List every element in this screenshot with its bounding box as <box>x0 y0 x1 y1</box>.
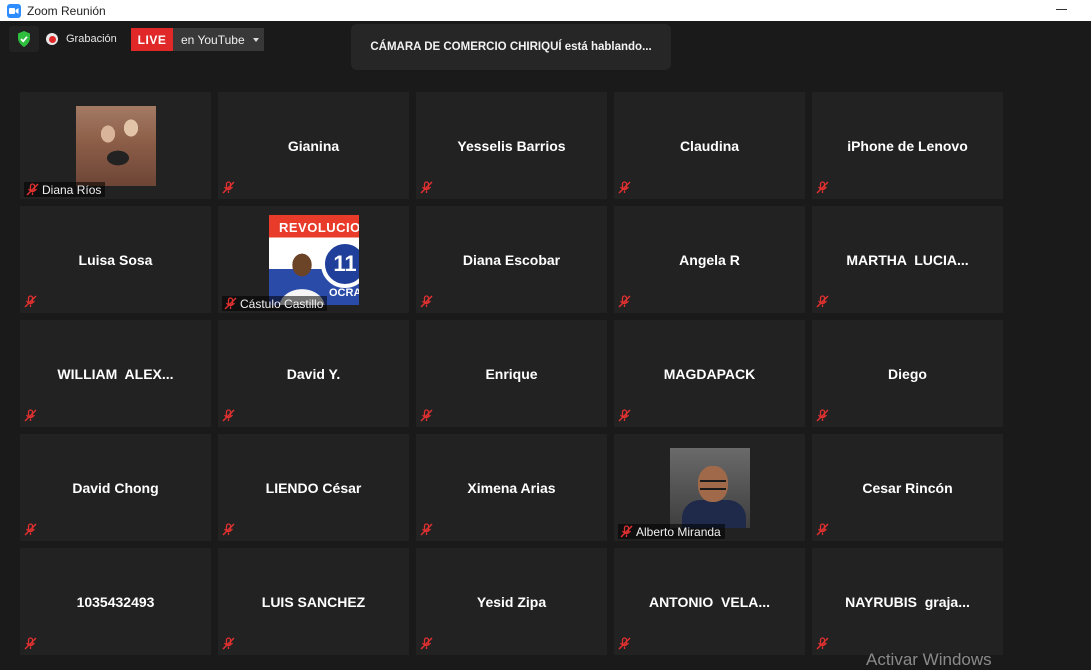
participant-name-label: Alberto Miranda <box>618 524 725 539</box>
participant-name: Angela R <box>679 251 740 268</box>
participant-tile[interactable]: LIENDO César <box>218 434 409 541</box>
recording-label: Grabación <box>66 33 117 45</box>
participant-name: NAYRUBIS graja... <box>845 593 970 610</box>
participant-name: MAGDAPACK <box>663 365 756 382</box>
live-stream-dropdown[interactable]: en YouTube <box>173 28 264 51</box>
participant-tile[interactable]: David Y. <box>218 320 409 427</box>
muted-mic-icon <box>224 297 237 310</box>
participant-name: Claudina <box>679 137 740 154</box>
participant-tile[interactable]: Yesid Zipa <box>416 548 607 655</box>
participant-name: MARTHA LUCIA... <box>846 251 969 268</box>
participant-name: Enrique <box>485 365 538 382</box>
muted-mic-icon <box>816 409 829 422</box>
muted-mic-icon <box>222 181 235 194</box>
participant-tile[interactable]: David Chong <box>20 434 211 541</box>
participant-tile[interactable]: Angela R <box>614 206 805 313</box>
participant-name: Diana Escobar <box>462 251 561 268</box>
participant-name: 1035432493 <box>76 593 155 610</box>
banner-text: REVOLUCIO <box>279 220 359 235</box>
participant-tile[interactable]: Alberto Miranda <box>614 434 805 541</box>
muted-mic-icon <box>420 409 433 422</box>
windows-activation-watermark: Activar Windows <box>866 650 992 669</box>
muted-mic-icon <box>816 295 829 308</box>
muted-mic-icon <box>222 409 235 422</box>
participant-name-label: Diana Ríos <box>24 182 106 197</box>
participant-tile[interactable]: WILLIAM ALEX... <box>20 320 211 427</box>
record-icon <box>46 33 58 45</box>
window-title: Zoom Reunión <box>27 3 106 18</box>
participant-tile[interactable]: Ximena Arias <box>416 434 607 541</box>
minimize-button[interactable] <box>1056 9 1067 10</box>
participant-name: Luisa Sosa <box>78 251 153 268</box>
muted-mic-icon <box>420 637 433 650</box>
muted-mic-icon <box>420 523 433 536</box>
live-target-label: en YouTube <box>181 32 245 47</box>
live-badge[interactable]: LIVE <box>131 28 173 51</box>
active-speaker-banner: CÁMARA DE COMERCIO CHIRIQUÍ está habland… <box>351 24 671 70</box>
participant-name: David Y. <box>286 365 341 382</box>
banner-bottom-text: OCRA <box>329 287 359 299</box>
participant-tile[interactable]: iPhone de Lenovo <box>812 92 1003 199</box>
muted-mic-icon <box>618 637 631 650</box>
participant-tile[interactable]: MAGDAPACK <box>614 320 805 427</box>
active-speaker-text: CÁMARA DE COMERCIO CHIRIQUÍ está habland… <box>370 41 652 53</box>
caret-down-icon <box>252 37 259 42</box>
participant-name: Yesselis Barrios <box>457 137 566 154</box>
participant-tile[interactable]: LUIS SANCHEZ <box>218 548 409 655</box>
participant-tile[interactable]: Diana Ríos <box>20 92 211 199</box>
window-title-bar: Zoom Reunión <box>0 0 1091 21</box>
participant-tile[interactable]: ANTONIO VELA... <box>614 548 805 655</box>
muted-mic-icon <box>24 409 37 422</box>
participant-tile[interactable]: Claudina <box>614 92 805 199</box>
participant-name: WILLIAM ALEX... <box>57 365 174 382</box>
participant-tile[interactable]: Diego <box>812 320 1003 427</box>
muted-mic-icon <box>816 181 829 194</box>
muted-mic-icon <box>620 525 633 538</box>
muted-mic-icon <box>618 409 631 422</box>
muted-mic-icon <box>24 523 37 536</box>
participant-name: Diana Ríos <box>42 182 102 197</box>
muted-mic-icon <box>618 295 631 308</box>
muted-mic-icon <box>24 637 37 650</box>
muted-mic-icon <box>420 295 433 308</box>
participant-name: LUIS SANCHEZ <box>261 593 366 610</box>
muted-mic-icon <box>816 523 829 536</box>
muted-mic-icon <box>816 637 829 650</box>
muted-mic-icon <box>420 181 433 194</box>
participant-name: iPhone de Lenovo <box>847 137 968 154</box>
participant-tile[interactable]: Enrique <box>416 320 607 427</box>
participant-name: Cástulo Castillo <box>240 296 324 311</box>
participant-tile[interactable]: MARTHA LUCIA... <box>812 206 1003 313</box>
glasses-shape <box>700 480 726 490</box>
participant-name: ANTONIO VELA... <box>648 593 771 610</box>
participant-video <box>670 448 750 528</box>
encryption-shield-icon[interactable] <box>9 26 39 52</box>
zoom-app-icon <box>7 3 21 18</box>
recording-indicator[interactable]: Grabación <box>46 28 117 50</box>
participant-tile[interactable]: NAYRUBIS graja... <box>812 548 1003 655</box>
muted-mic-icon <box>222 637 235 650</box>
participant-name: Cesar Rincón <box>862 479 953 496</box>
participant-tile[interactable]: REVOLUCIO 11 OCRA Cástulo Castillo <box>218 206 409 313</box>
participant-name: LIENDO César <box>265 479 362 496</box>
muted-mic-icon <box>26 183 39 196</box>
participant-name-label: Cástulo Castillo <box>222 296 328 311</box>
participant-video <box>76 106 156 186</box>
participant-name: David Chong <box>72 479 159 496</box>
participant-tile[interactable]: Gianina <box>218 92 409 199</box>
muted-mic-icon <box>222 523 235 536</box>
participant-name: Ximena Arias <box>467 479 556 496</box>
participant-name: Yesid Zipa <box>476 593 547 610</box>
muted-mic-icon <box>24 295 37 308</box>
participant-tile[interactable]: Cesar Rincón <box>812 434 1003 541</box>
participant-name: Diego <box>888 365 927 382</box>
participant-tile[interactable]: 1035432493 <box>20 548 211 655</box>
participant-name: Alberto Miranda <box>636 524 721 539</box>
participant-tile[interactable]: Luisa Sosa <box>20 206 211 313</box>
muted-mic-icon <box>618 181 631 194</box>
participant-tile[interactable]: Diana Escobar <box>416 206 607 313</box>
participant-tile[interactable]: Yesselis Barrios <box>416 92 607 199</box>
participant-name: Gianina <box>287 137 340 154</box>
participant-video: REVOLUCIO 11 OCRA <box>269 215 359 305</box>
